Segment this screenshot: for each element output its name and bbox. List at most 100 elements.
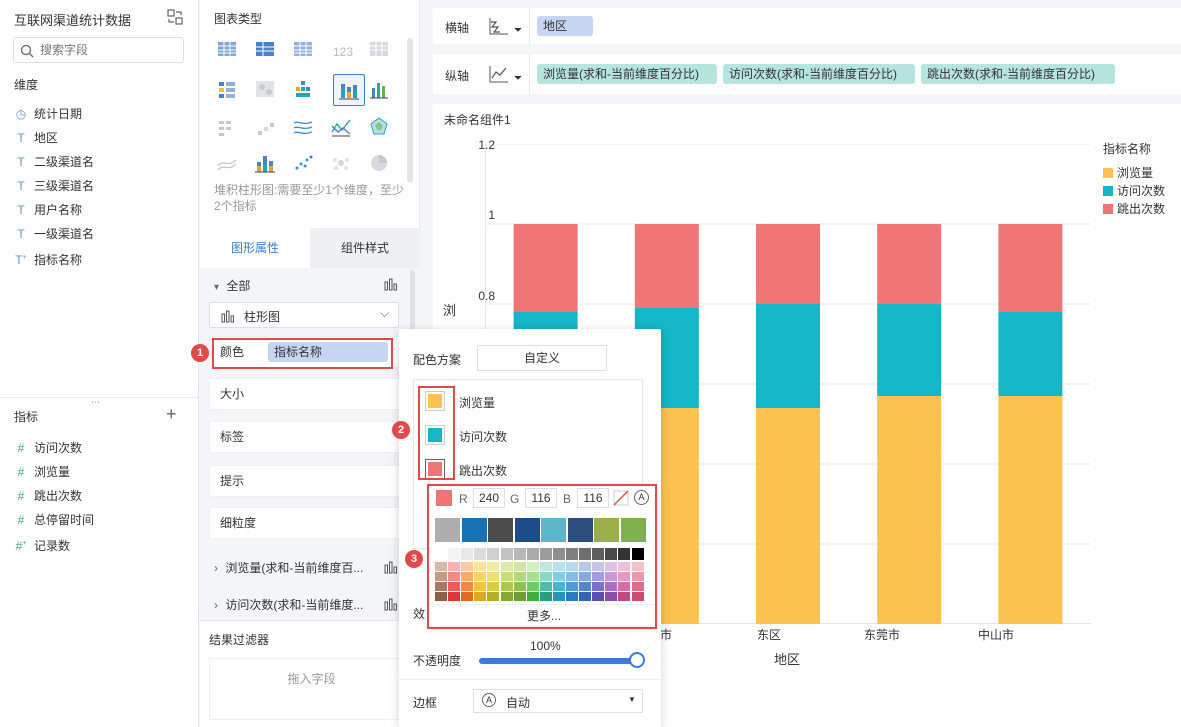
y-axis-field-tag[interactable]: 浏览量(求和-当前维度百分比) bbox=[537, 64, 717, 84]
y-axis-shelf[interactable]: 纵轴 浏览量(求和-当前维度百分比) 访问次数(求和-当前维度百分比) 跳出次数… bbox=[433, 54, 1181, 94]
tooltip-property[interactable]: 提示 bbox=[209, 465, 407, 497]
axis-type-dropdown[interactable] bbox=[487, 14, 523, 41]
bar-segment[interactable] bbox=[877, 396, 942, 624]
pie-chart-icon[interactable] bbox=[368, 152, 394, 176]
bar-chart-small-icon[interactable] bbox=[383, 276, 399, 295]
chart-type-grid: 123 bbox=[200, 38, 405, 178]
y-axis-title: 浏 bbox=[443, 303, 457, 318]
series-row[interactable]: › 浏览量(求和-当前维度百... bbox=[214, 559, 374, 576]
y-axis-field-tag[interactable]: 跳出次数(求和-当前维度百分比) bbox=[921, 64, 1115, 84]
bar-segment[interactable] bbox=[877, 224, 942, 304]
number-type-icon: # bbox=[17, 513, 25, 527]
annotation-number: 1 bbox=[191, 344, 209, 362]
opacity-slider-fill bbox=[479, 658, 637, 664]
bar-chart-small-icon bbox=[221, 310, 234, 323]
bar-segment[interactable] bbox=[756, 304, 820, 408]
scheme-select[interactable]: 自定义 bbox=[477, 345, 607, 371]
area-line-chart-icon[interactable] bbox=[330, 116, 356, 140]
line-chart-icon[interactable] bbox=[292, 116, 318, 140]
bar-chart-small-icon[interactable] bbox=[383, 596, 399, 615]
gantt-chart-icon[interactable] bbox=[216, 78, 242, 102]
legend-item[interactable]: 浏览量 bbox=[1103, 164, 1165, 182]
kpi-number-icon[interactable]: 123 bbox=[330, 40, 356, 64]
tab-graph-properties[interactable]: 图形属性 bbox=[200, 228, 310, 268]
bar-segment[interactable] bbox=[998, 312, 1063, 396]
search-icon bbox=[20, 44, 34, 58]
legend-swatch bbox=[1103, 168, 1113, 178]
opacity-slider-handle[interactable] bbox=[629, 652, 645, 668]
chart-type-scrollbar[interactable] bbox=[407, 38, 413, 183]
granularity-property[interactable]: 细粒度 bbox=[209, 507, 407, 539]
y-axis-label: 纵轴 bbox=[445, 69, 470, 83]
component-title: 未命名组件1 bbox=[444, 113, 511, 127]
waterfall-chart-icon[interactable] bbox=[216, 116, 242, 140]
dimension-header: 维度 bbox=[14, 78, 39, 92]
dot-matrix-chart-icon[interactable] bbox=[292, 78, 318, 102]
add-metric-icon[interactable]: + bbox=[166, 404, 177, 424]
bar-segment[interactable] bbox=[756, 408, 820, 624]
series-color-label: 浏览量 bbox=[459, 396, 496, 410]
bar-segment[interactable] bbox=[513, 224, 578, 312]
bar-chart-small-icon[interactable] bbox=[383, 559, 399, 578]
scheme-label: 配色方案 bbox=[413, 353, 462, 367]
legend-item[interactable]: 跳出次数 bbox=[1103, 200, 1165, 218]
grouped-bar-chart-icon[interactable] bbox=[368, 78, 394, 102]
dimension-field[interactable]: T 二级渠道名 bbox=[0, 150, 199, 174]
combo-bar-chart-icon[interactable] bbox=[254, 152, 280, 176]
chart-type-select[interactable]: 柱形图 ⌵ bbox=[209, 302, 399, 328]
x-tick-label: 中山市 bbox=[978, 628, 1015, 642]
stacked-bar-chart-icon[interactable] bbox=[333, 74, 365, 106]
axis-type-dropdown[interactable] bbox=[487, 62, 523, 89]
bar-segment[interactable] bbox=[998, 224, 1063, 312]
search-input[interactable] bbox=[40, 41, 180, 59]
legend-title: 指标名称 bbox=[1103, 142, 1152, 156]
cross-table-icon[interactable] bbox=[254, 40, 280, 64]
table-chart-icon[interactable] bbox=[216, 40, 242, 64]
bar-segment[interactable] bbox=[634, 224, 699, 308]
dimension-field[interactable]: T 用户名称 bbox=[0, 198, 199, 222]
bar-segment[interactable] bbox=[877, 304, 942, 396]
scatter-chart-icon[interactable] bbox=[292, 152, 318, 176]
y-tick-label: 1 bbox=[488, 208, 495, 222]
kpi-grid-icon[interactable] bbox=[368, 40, 394, 64]
opacity-slider[interactable] bbox=[479, 658, 637, 664]
border-label: 边框 bbox=[413, 696, 438, 710]
size-property[interactable]: 大小 bbox=[209, 378, 407, 410]
dimension-field[interactable]: ◷ 统计日期 bbox=[0, 102, 199, 126]
x-axis-label: 横轴 bbox=[445, 21, 470, 35]
filter-drop-zone[interactable]: 拖入字段 bbox=[209, 658, 414, 720]
resize-handle[interactable]: ⋯ bbox=[91, 397, 101, 408]
all-series-row[interactable]: ▾ 全部 bbox=[214, 277, 250, 294]
streamgraph-chart-icon[interactable] bbox=[216, 152, 242, 176]
heatmap-chart-icon[interactable] bbox=[254, 78, 280, 102]
clock-icon: ◷ bbox=[15, 107, 27, 121]
search-box[interactable] bbox=[13, 37, 184, 63]
metric-field[interactable]: #+ 记录数 bbox=[0, 532, 199, 556]
label-property[interactable]: 标签 bbox=[209, 421, 407, 453]
bubble-chart-icon[interactable] bbox=[330, 152, 356, 176]
dimension-field[interactable]: T+ 指标名称 bbox=[0, 246, 199, 270]
radar-chart-icon[interactable] bbox=[368, 116, 394, 140]
y-axis-field-tag[interactable]: 访问次数(求和-当前维度百分比) bbox=[723, 64, 915, 84]
series-row[interactable]: › 访问次数(求和-当前维度... bbox=[214, 596, 374, 613]
x-axis-shelf[interactable]: 横轴 地区 bbox=[433, 8, 1181, 44]
dimension-field[interactable]: T 一级渠道名 bbox=[0, 222, 199, 246]
chart-type-hint: 堆积柱形图:需要至少1个维度，至少2个指标 bbox=[214, 183, 405, 213]
border-select[interactable]: A 自动 ▼ bbox=[473, 689, 643, 713]
detail-table-icon[interactable] bbox=[292, 40, 318, 64]
bar-segment[interactable] bbox=[998, 396, 1063, 624]
tab-component-style[interactable]: 组件样式 bbox=[310, 228, 420, 268]
metric-field[interactable]: # 浏览量 bbox=[0, 460, 199, 484]
x-axis-field-tag[interactable]: 地区 bbox=[537, 16, 593, 36]
bar-segment[interactable] bbox=[756, 224, 820, 304]
switch-dataset-icon[interactable] bbox=[166, 8, 184, 26]
dimension-field[interactable]: T 地区 bbox=[0, 126, 199, 150]
dimension-field[interactable]: T 三级渠道名 bbox=[0, 174, 199, 198]
y-tick-label: 1.2 bbox=[478, 138, 495, 152]
step-chart-icon[interactable] bbox=[254, 116, 280, 140]
metric-field[interactable]: # 跳出次数 bbox=[0, 484, 199, 508]
legend-item[interactable]: 访问次数 bbox=[1103, 182, 1165, 200]
metric-field[interactable]: # 访问次数 bbox=[0, 436, 199, 460]
metric-field[interactable]: # 总停留时间 bbox=[0, 508, 199, 532]
legend-swatch bbox=[1103, 186, 1113, 196]
